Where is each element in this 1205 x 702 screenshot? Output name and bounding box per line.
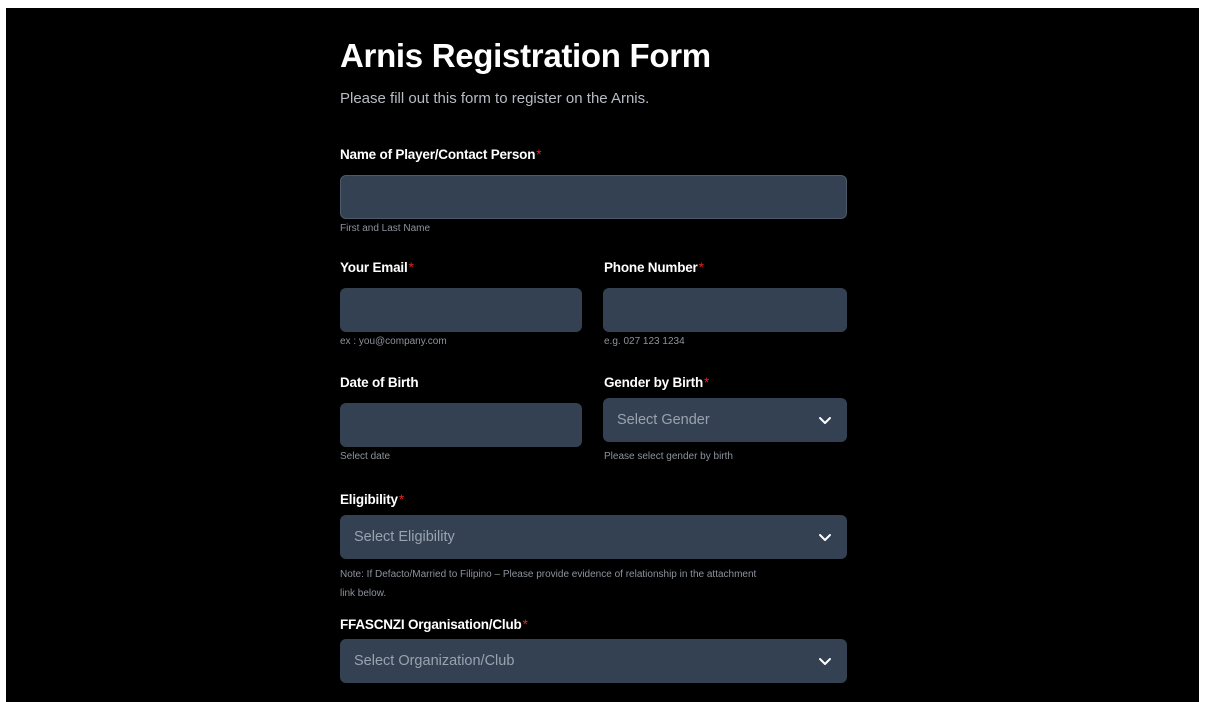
gender-hint: Please select gender by birth <box>604 451 733 462</box>
organisation-label-text: FFASCNZI Organisation/Club <box>340 617 522 632</box>
email-label-text: Your Email <box>340 260 408 275</box>
required-marker: * <box>408 260 414 275</box>
eligibility-note: Note: If Defacto/Married to Filipino – P… <box>340 565 848 603</box>
dob-label-text: Date of Birth <box>340 375 419 390</box>
required-marker: * <box>536 147 542 162</box>
eligibility-selected-value: Select Eligibility <box>354 529 455 545</box>
eligibility-note-line-2: link below. <box>340 588 387 599</box>
name-hint: First and Last Name <box>340 223 431 234</box>
chevron-down-icon <box>819 534 831 541</box>
name-input[interactable] <box>340 175 847 219</box>
gender-selected-value: Select Gender <box>617 412 710 428</box>
email-hint: ex : you@company.com <box>340 336 447 347</box>
dob-input[interactable] <box>340 403 582 447</box>
chevron-down-icon <box>819 658 831 665</box>
phone-label-text: Phone Number <box>604 260 698 275</box>
page-frame: Arnis Registration Form Please fill out … <box>6 8 1199 702</box>
email-input[interactable] <box>340 288 582 332</box>
phone-label: Phone Number* <box>604 260 704 276</box>
required-marker: * <box>522 617 528 632</box>
organisation-select[interactable]: Select Organization/Club <box>340 639 847 683</box>
gender-label: Gender by Birth* <box>604 375 709 391</box>
eligibility-label-text: Eligibility <box>340 492 398 507</box>
name-label: Name of Player/Contact Person* <box>340 147 542 163</box>
required-marker: * <box>398 492 404 507</box>
form-title: Arnis Registration Form <box>340 37 711 74</box>
phone-input[interactable] <box>603 288 847 332</box>
eligibility-note-line-1: Note: If Defacto/Married to Filipino – P… <box>340 569 757 580</box>
eligibility-label: Eligibility* <box>340 492 404 508</box>
required-marker: * <box>698 260 704 275</box>
email-label: Your Email* <box>340 260 414 276</box>
dob-label: Date of Birth <box>340 375 419 391</box>
gender-select[interactable]: Select Gender <box>603 398 847 442</box>
chevron-down-icon <box>819 417 831 424</box>
gender-label-text: Gender by Birth <box>604 375 704 390</box>
name-label-text: Name of Player/Contact Person <box>340 147 536 162</box>
phone-hint: e.g. 027 123 1234 <box>604 336 685 347</box>
form-subtitle: Please fill out this form to register on… <box>340 90 650 107</box>
required-marker: * <box>704 375 710 390</box>
eligibility-select[interactable]: Select Eligibility <box>340 515 847 559</box>
organisation-selected-value: Select Organization/Club <box>354 653 515 669</box>
dob-hint: Select date <box>340 451 391 462</box>
organisation-label: FFASCNZI Organisation/Club* <box>340 617 528 633</box>
